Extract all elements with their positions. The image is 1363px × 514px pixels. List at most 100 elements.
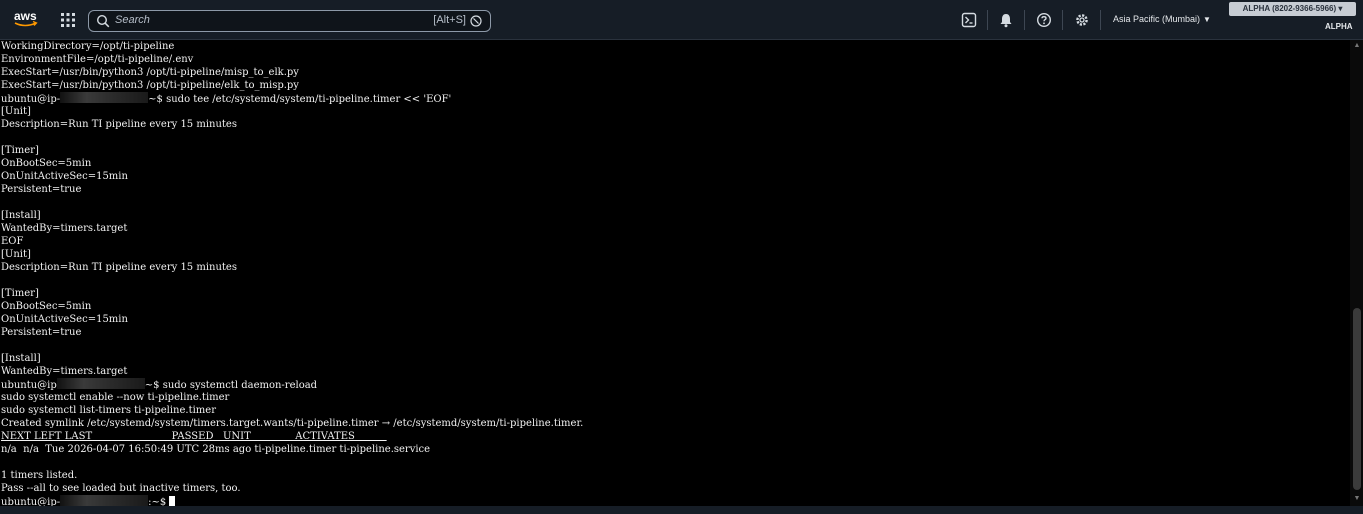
terminal-line-text: [Unit] (1, 249, 31, 260)
search-placeholder: Search (115, 14, 150, 26)
search-icon (96, 14, 110, 28)
terminal-line-text: ExecStart=/usr/bin/python3 /opt/ti-pipel… (1, 80, 299, 91)
terminal-line-text: WantedBy=timers.target (1, 223, 128, 234)
terminal-line: Persistent=true (0, 326, 1350, 339)
toolbar-divider (1100, 10, 1101, 30)
region-selector[interactable]: Asia Pacific (Mumbai) ▼ (1113, 14, 1211, 24)
terminal-line-text: OnBootSec=5min (1, 158, 92, 169)
terminal-line: [Timer] (0, 144, 1350, 157)
terminal-line-text: Created symlink /etc/systemd/system/time… (1, 418, 584, 429)
terminal-line: OnUnitActiveSec=15min (0, 170, 1350, 183)
scrollbar-thumb[interactable] (1353, 308, 1361, 490)
redacted-hostname (60, 495, 149, 506)
search-box[interactable]: Search [Alt+S] (88, 10, 491, 32)
clear-search-icon[interactable] (470, 15, 482, 27)
terminal-line: [Unit] (0, 248, 1350, 261)
terminal-line-text: 1 timers listed. (1, 470, 78, 481)
terminal-line: [Timer] (0, 287, 1350, 300)
terminal-line-text: ExecStart=/usr/bin/python3 /opt/ti-pipel… (1, 67, 299, 78)
terminal-line: ubuntu@ip- :~$ (0, 495, 1350, 506)
terminal-line: OnBootSec=5min (0, 300, 1350, 313)
redacted-hostname (56, 378, 145, 389)
terminal-line: EOF (0, 235, 1350, 248)
terminal-line-text: [Install] (1, 210, 41, 221)
terminal-line-text: WorkingDirectory=/opt/ti-pipeline (1, 41, 175, 52)
terminal-line: OnBootSec=5min (0, 157, 1350, 170)
terminal-line: EnvironmentFile=/opt/ti-pipeline/.env (0, 53, 1350, 66)
help-icon[interactable] (1036, 12, 1052, 28)
terminal-line-text: EOF (1, 236, 24, 247)
terminal-line-text: [Unit] (1, 106, 31, 117)
terminal-line-text: Persistent=true (1, 184, 82, 195)
terminal-line: ubuntu@ip ~$ sudo systemctl daemon-reload (0, 378, 1350, 391)
terminal-line-text: sudo systemctl enable --now ti-pipeline.… (1, 392, 230, 403)
cloudshell-icon[interactable] (961, 12, 977, 28)
services-grid-icon[interactable] (60, 12, 76, 28)
terminal-line: WantedBy=timers.target (0, 222, 1350, 235)
region-name: Asia Pacific (Mumbai) (1113, 14, 1201, 24)
toolbar-divider (1024, 10, 1025, 30)
terminal-line-text: ubuntu@ip (1, 380, 57, 391)
terminal-line-text: NEXT LEFT LAST PASSED UNIT ACTIVATES (1, 431, 387, 442)
terminal-line-text: [Install] (1, 353, 41, 364)
terminal-line: OnUnitActiveSec=15min (0, 313, 1350, 326)
terminal-line-text: Persistent=true (1, 327, 82, 338)
terminal-command-text: :~$ (148, 497, 170, 506)
terminal-line-text: Description=Run TI pipeline every 15 min… (1, 119, 237, 130)
terminal-line-text: EnvironmentFile=/opt/ti-pipeline/.env (1, 54, 194, 65)
terminal-cursor (169, 496, 176, 506)
search-shortcut-hint: [Alt+S] (433, 14, 466, 26)
aws-logo-icon[interactable]: aws (12, 8, 40, 30)
terminal-line-text: WantedBy=timers.target (1, 366, 128, 377)
terminal-output[interactable]: WorkingDirectory=/opt/ti-pipeline Environ… (0, 40, 1350, 506)
terminal-line-text: Description=Run TI pipeline every 15 min… (1, 262, 237, 273)
terminal-line-text: OnUnitActiveSec=15min (1, 171, 128, 182)
terminal-line: sudo systemctl enable --now ti-pipeline.… (0, 391, 1350, 404)
chevron-down-icon: ▼ (1203, 15, 1211, 24)
terminal-line-text: n/a n/a Tue 2026-04-07 16:50:49 UTC 28ms… (1, 444, 431, 455)
terminal-line-text: [Timer] (1, 145, 39, 156)
terminal-line: Persistent=true (0, 183, 1350, 196)
terminal-line-text: OnUnitActiveSec=15min (1, 314, 128, 325)
aws-logo-text: aws (14, 9, 37, 23)
terminal-line: 1 timers listed. (0, 469, 1350, 482)
toolbar-divider (987, 10, 988, 30)
redacted-hostname (60, 92, 149, 103)
account-menu-button[interactable]: ALPHA (8202-9366-5966) ▾ (1229, 2, 1356, 16)
scroll-down-arrow-icon[interactable]: ▼ (1353, 495, 1361, 503)
terminal-line: ExecStart=/usr/bin/python3 /opt/ti-pipel… (0, 79, 1350, 92)
terminal-line: [Unit] (0, 105, 1350, 118)
notifications-bell-icon[interactable] (998, 12, 1014, 28)
terminal-line: ubuntu@ip- ~$ sudo tee /etc/systemd/syste… (0, 92, 1350, 105)
terminal-line: [Install] (0, 209, 1350, 222)
terminal-line-text: OnBootSec=5min (1, 301, 92, 312)
terminal-line-text: sudo systemctl list-timers ti-pipeline.t… (1, 405, 216, 416)
terminal-line: WorkingDirectory=/opt/ti-pipeline (0, 40, 1350, 53)
aws-console-header: aws Search [Alt+S] Asia Pacific (Mumbai)… (0, 0, 1363, 40)
terminal-line: sudo systemctl list-timers ti-pipeline.t… (0, 404, 1350, 417)
terminal-line: n/a n/a Tue 2026-04-07 16:50:49 UTC 28ms… (0, 443, 1350, 456)
terminal-line-text: Pass --all to see loaded but inactive ti… (1, 483, 241, 494)
terminal-line-text: ubuntu@ip- (1, 94, 61, 105)
console-footer-strip (0, 506, 1363, 514)
terminal-command-text: ~$ sudo systemctl daemon-reload (144, 380, 318, 391)
account-alias-label: ALPHA (1325, 22, 1353, 31)
terminal-line: ExecStart=/usr/bin/python3 /opt/ti-pipel… (0, 66, 1350, 79)
terminal-command-text: ~$ sudo tee /etc/systemd/system/ti-pipel… (148, 94, 452, 105)
terminal-line: [Install] (0, 352, 1350, 365)
terminal-line: NEXT LEFT LAST PASSED UNIT ACTIVATES (0, 430, 1350, 443)
terminal-line: Description=Run TI pipeline every 15 min… (0, 118, 1350, 131)
scroll-up-arrow-icon[interactable]: ▲ (1353, 42, 1361, 50)
terminal-line: Pass --all to see loaded but inactive ti… (0, 482, 1350, 495)
terminal-scrollbar[interactable]: ▲ ▼ (1350, 40, 1363, 506)
terminal-line: Description=Run TI pipeline every 15 min… (0, 261, 1350, 274)
terminal-line-text: ubuntu@ip- (1, 497, 61, 506)
settings-gear-icon[interactable] (1074, 12, 1090, 28)
toolbar-divider (1062, 10, 1063, 30)
terminal-line-text: [Timer] (1, 288, 39, 299)
